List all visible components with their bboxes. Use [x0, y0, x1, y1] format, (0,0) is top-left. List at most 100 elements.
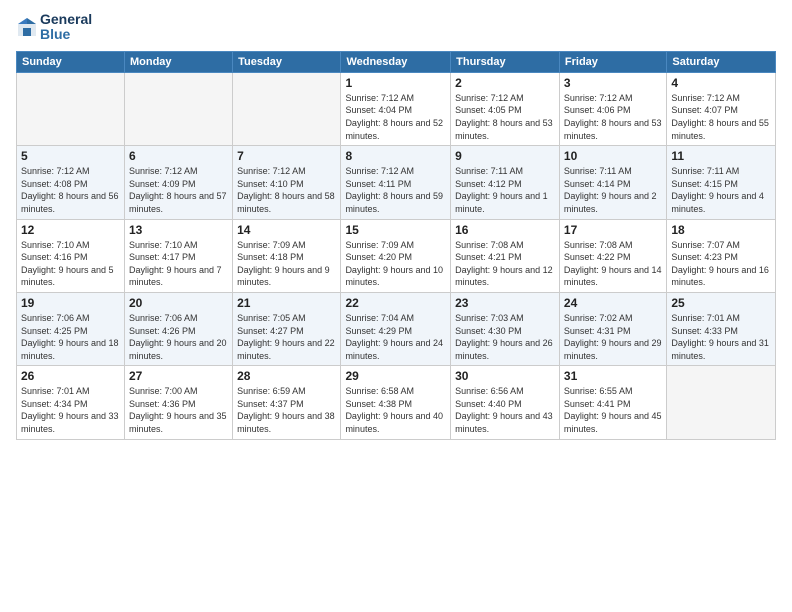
calendar-cell: 25 Sunrise: 7:01 AM Sunset: 4:33 PM Dayli…: [667, 292, 776, 365]
calendar-cell: 11Sunrise: 7:11 AM Sunset: 4:15 PM Dayli…: [667, 146, 776, 219]
calendar-cell: 21 Sunrise: 7:05 AM Sunset: 4:27 PM Dayli…: [233, 292, 341, 365]
header: General Blue: [16, 12, 776, 43]
calendar-cell: 19Sunrise: 7:06 AM Sunset: 4:25 PM Dayli…: [17, 292, 125, 365]
logo-text: General Blue: [40, 12, 92, 43]
day-info: Sunrise: 7:12 AM Sunset: 4:11 PM Dayligh…: [345, 165, 446, 215]
calendar-cell: 4 Sunrise: 7:12 AM Sunset: 4:07 PM Daylig…: [667, 72, 776, 145]
day-info: Sunrise: 7:06 AM Sunset: 4:26 PM Dayligh…: [129, 312, 228, 362]
day-number: 6: [129, 149, 228, 163]
day-number: 21: [237, 296, 336, 310]
day-info: Sunrise: 7:12 AM Sunset: 4:09 PM Dayligh…: [129, 165, 228, 215]
day-number: 3: [564, 76, 662, 90]
day-info: Sunrise: 7:10 AM Sunset: 4:17 PM Dayligh…: [129, 239, 228, 289]
calendar-cell: 24Sunrise: 7:02 AM Sunset: 4:31 PM Dayli…: [559, 292, 666, 365]
day-number: 27: [129, 369, 228, 383]
calendar-cell: 12 Sunrise: 7:10 AM Sunset: 4:16 PM Dayli…: [17, 219, 125, 292]
calendar-cell: [233, 72, 341, 145]
day-number: 15: [345, 223, 446, 237]
calendar: SundayMondayTuesdayWednesdayThursdayFrid…: [16, 51, 776, 440]
logo: General Blue: [16, 12, 92, 43]
calendar-cell: 16 Sunrise: 7:08 AM Sunset: 4:21 PM Dayli…: [451, 219, 560, 292]
day-info: Sunrise: 7:03 AM Sunset: 4:30 PM Dayligh…: [455, 312, 555, 362]
calendar-cell: 9Sunrise: 7:11 AM Sunset: 4:12 PM Daylig…: [451, 146, 560, 219]
day-info: Sunrise: 7:12 AM Sunset: 4:07 PM Dayligh…: [671, 92, 771, 142]
calendar-cell: 27 Sunrise: 7:00 AM Sunset: 4:36 PM Dayli…: [124, 366, 232, 439]
day-number: 17: [564, 223, 662, 237]
day-info: Sunrise: 7:00 AM Sunset: 4:36 PM Dayligh…: [129, 385, 228, 435]
day-info: Sunrise: 7:12 AM Sunset: 4:05 PM Dayligh…: [455, 92, 555, 142]
day-number: 22: [345, 296, 446, 310]
day-info: Sunrise: 7:10 AM Sunset: 4:16 PM Dayligh…: [21, 239, 120, 289]
day-info: Sunrise: 7:12 AM Sunset: 4:04 PM Dayligh…: [345, 92, 446, 142]
day-number: 14: [237, 223, 336, 237]
day-number: 25: [671, 296, 771, 310]
day-number: 24: [564, 296, 662, 310]
weekday-header-thursday: Thursday: [451, 51, 560, 72]
day-number: 29: [345, 369, 446, 383]
day-number: 26: [21, 369, 120, 383]
page: General Blue SundayMondayTuesdayWednesda…: [0, 0, 792, 612]
day-number: 7: [237, 149, 336, 163]
day-number: 8: [345, 149, 446, 163]
weekday-header-monday: Monday: [124, 51, 232, 72]
calendar-cell: 31 Sunrise: 6:55 AM Sunset: 4:41 PM Dayli…: [559, 366, 666, 439]
day-number: 31: [564, 369, 662, 383]
day-info: Sunrise: 7:11 AM Sunset: 4:14 PM Dayligh…: [564, 165, 662, 215]
day-info: Sunrise: 7:05 AM Sunset: 4:27 PM Dayligh…: [237, 312, 336, 362]
calendar-cell: 28 Sunrise: 6:59 AM Sunset: 4:37 PM Dayli…: [233, 366, 341, 439]
calendar-cell: 17 Sunrise: 7:08 AM Sunset: 4:22 PM Dayli…: [559, 219, 666, 292]
calendar-week-row: 1 Sunrise: 7:12 AM Sunset: 4:04 PM Daylig…: [17, 72, 776, 145]
calendar-cell: 6 Sunrise: 7:12 AM Sunset: 4:09 PM Daylig…: [124, 146, 232, 219]
calendar-cell: 30Sunrise: 6:56 AM Sunset: 4:40 PM Dayli…: [451, 366, 560, 439]
day-info: Sunrise: 7:12 AM Sunset: 4:10 PM Dayligh…: [237, 165, 336, 215]
weekday-header-friday: Friday: [559, 51, 666, 72]
calendar-cell: 8 Sunrise: 7:12 AM Sunset: 4:11 PM Daylig…: [341, 146, 451, 219]
weekday-header-row: SundayMondayTuesdayWednesdayThursdayFrid…: [17, 51, 776, 72]
day-number: 28: [237, 369, 336, 383]
day-number: 2: [455, 76, 555, 90]
weekday-header-tuesday: Tuesday: [233, 51, 341, 72]
calendar-cell: 22 Sunrise: 7:04 AM Sunset: 4:29 PM Dayli…: [341, 292, 451, 365]
calendar-week-row: 19Sunrise: 7:06 AM Sunset: 4:25 PM Dayli…: [17, 292, 776, 365]
day-info: Sunrise: 7:04 AM Sunset: 4:29 PM Dayligh…: [345, 312, 446, 362]
calendar-cell: 14 Sunrise: 7:09 AM Sunset: 4:18 PM Dayli…: [233, 219, 341, 292]
calendar-cell: 1 Sunrise: 7:12 AM Sunset: 4:04 PM Daylig…: [341, 72, 451, 145]
day-info: Sunrise: 7:08 AM Sunset: 4:22 PM Dayligh…: [564, 239, 662, 289]
day-number: 23: [455, 296, 555, 310]
calendar-cell: [667, 366, 776, 439]
calendar-week-row: 26 Sunrise: 7:01 AM Sunset: 4:34 PM Dayli…: [17, 366, 776, 439]
day-info: Sunrise: 7:09 AM Sunset: 4:20 PM Dayligh…: [345, 239, 446, 289]
day-number: 16: [455, 223, 555, 237]
day-number: 10: [564, 149, 662, 163]
day-info: Sunrise: 7:07 AM Sunset: 4:23 PM Dayligh…: [671, 239, 771, 289]
calendar-cell: 26 Sunrise: 7:01 AM Sunset: 4:34 PM Dayli…: [17, 366, 125, 439]
day-info: Sunrise: 7:01 AM Sunset: 4:34 PM Dayligh…: [21, 385, 120, 435]
day-info: Sunrise: 7:09 AM Sunset: 4:18 PM Dayligh…: [237, 239, 336, 289]
day-number: 20: [129, 296, 228, 310]
day-number: 11: [671, 149, 771, 163]
day-info: Sunrise: 6:56 AM Sunset: 4:40 PM Dayligh…: [455, 385, 555, 435]
day-info: Sunrise: 7:01 AM Sunset: 4:33 PM Dayligh…: [671, 312, 771, 362]
day-info: Sunrise: 6:55 AM Sunset: 4:41 PM Dayligh…: [564, 385, 662, 435]
day-number: 12: [21, 223, 120, 237]
day-info: Sunrise: 7:06 AM Sunset: 4:25 PM Dayligh…: [21, 312, 120, 362]
day-info: Sunrise: 7:12 AM Sunset: 4:08 PM Dayligh…: [21, 165, 120, 215]
weekday-header-saturday: Saturday: [667, 51, 776, 72]
calendar-cell: 10 Sunrise: 7:11 AM Sunset: 4:14 PM Dayli…: [559, 146, 666, 219]
day-info: Sunrise: 7:08 AM Sunset: 4:21 PM Dayligh…: [455, 239, 555, 289]
calendar-cell: 3Sunrise: 7:12 AM Sunset: 4:06 PM Daylig…: [559, 72, 666, 145]
calendar-week-row: 12 Sunrise: 7:10 AM Sunset: 4:16 PM Dayli…: [17, 219, 776, 292]
weekday-header-wednesday: Wednesday: [341, 51, 451, 72]
day-number: 5: [21, 149, 120, 163]
calendar-cell: [124, 72, 232, 145]
day-number: 18: [671, 223, 771, 237]
day-number: 4: [671, 76, 771, 90]
calendar-cell: 13Sunrise: 7:10 AM Sunset: 4:17 PM Dayli…: [124, 219, 232, 292]
day-number: 9: [455, 149, 555, 163]
calendar-cell: 20 Sunrise: 7:06 AM Sunset: 4:26 PM Dayli…: [124, 292, 232, 365]
calendar-cell: 23 Sunrise: 7:03 AM Sunset: 4:30 PM Dayli…: [451, 292, 560, 365]
calendar-cell: 2 Sunrise: 7:12 AM Sunset: 4:05 PM Daylig…: [451, 72, 560, 145]
day-info: Sunrise: 6:59 AM Sunset: 4:37 PM Dayligh…: [237, 385, 336, 435]
calendar-cell: 29Sunrise: 6:58 AM Sunset: 4:38 PM Dayli…: [341, 366, 451, 439]
day-number: 1: [345, 76, 446, 90]
